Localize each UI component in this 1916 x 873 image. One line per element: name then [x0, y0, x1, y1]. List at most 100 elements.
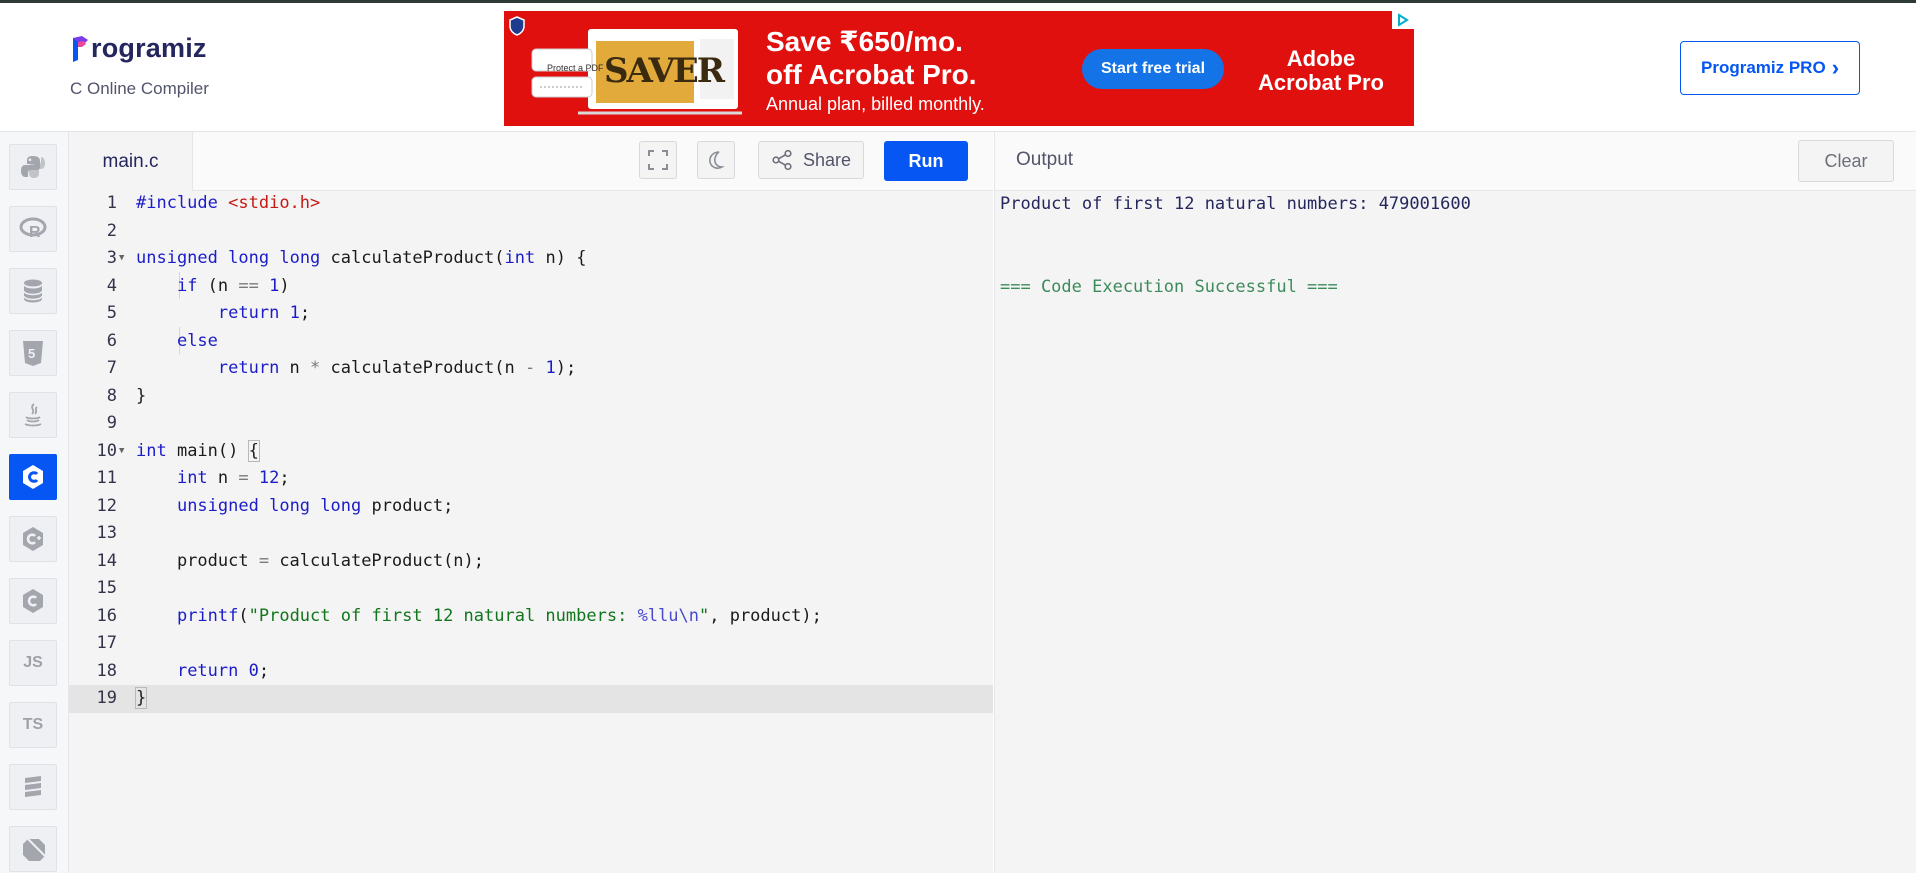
- ad-brand-line-1: Adobe: [1286, 46, 1356, 71]
- run-button[interactable]: Run: [884, 141, 968, 181]
- code-line: 4 if (n == 1): [69, 273, 993, 301]
- sidebar-item-typescript[interactable]: TS: [9, 702, 57, 748]
- code-text: }: [134, 687, 148, 709]
- r-language-icon: R: [19, 217, 47, 241]
- svg-text:5: 5: [28, 346, 35, 361]
- sidebar-item-c[interactable]: [9, 454, 57, 500]
- code-line: 13: [69, 520, 993, 548]
- code-line: 7 return n * calculateProduct(n - 1);: [69, 355, 993, 383]
- output-panel: Output Clear Product of first 12 natural…: [994, 132, 1916, 873]
- code-line: 8 }: [69, 383, 993, 411]
- start-free-trial-button[interactable]: Start free trial: [1082, 49, 1224, 89]
- ad-headline: Save ₹650/mo. off Acrobat Pro.: [766, 25, 977, 91]
- sidebar-item-csharp[interactable]: [9, 578, 57, 624]
- header: rogramiz C Online Compiler Protect a PDF…: [0, 3, 1916, 132]
- code-line: 2: [69, 218, 993, 246]
- line-number: 8: [106, 385, 117, 406]
- python-icon: [21, 156, 45, 178]
- line-number: 15: [96, 578, 117, 598]
- line-number: 19: [96, 688, 117, 708]
- sidebar-item-r[interactable]: R: [9, 206, 57, 252]
- text-cursor: [146, 688, 148, 708]
- programiz-logo-icon: [73, 35, 88, 62]
- page-subtitle: C Online Compiler: [70, 79, 209, 98]
- ad-subline: Annual plan, billed monthly.: [766, 94, 985, 114]
- shield-icon: [509, 16, 525, 36]
- html5-icon: 5: [23, 341, 43, 366]
- sidebar-item-dart[interactable]: [9, 826, 57, 872]
- code-line: 5 return 1;: [69, 300, 993, 328]
- ad-brand-line-2: Acrobat Pro: [1258, 70, 1384, 95]
- line-number: 13: [96, 523, 117, 543]
- database-icon: [23, 279, 43, 303]
- moon-icon: [709, 151, 725, 169]
- svg-text:R: R: [29, 224, 41, 241]
- ad-headline-line-1: Save ₹650/mo.: [766, 26, 963, 57]
- code-line: 3 ▼ unsigned long long calculateProduct(…: [69, 245, 993, 273]
- line-number: 4: [106, 275, 117, 296]
- code-text: unsigned long long calculateProduct(int …: [136, 248, 587, 268]
- fold-toggle-icon[interactable]: ▼: [119, 245, 124, 273]
- editor-toolbar: main.c Share Run: [69, 132, 993, 191]
- sidebar-item-swift[interactable]: [9, 764, 57, 810]
- sidebar-item-html[interactable]: 5: [9, 330, 57, 376]
- code-line: 14 product = calculateProduct(n);: [69, 548, 993, 576]
- code-line: 10 ▼ int main() {: [69, 438, 993, 466]
- sidebar-item-cpp[interactable]: [9, 516, 57, 562]
- dark-mode-button[interactable]: [697, 141, 735, 179]
- line-number: 5: [106, 303, 117, 323]
- line-number: 17: [96, 633, 117, 653]
- code-line: 18 return 0;: [69, 658, 993, 686]
- logo[interactable]: rogramiz: [70, 33, 207, 64]
- code-line: 6 else: [69, 328, 993, 356]
- csharp-icon: [23, 589, 43, 613]
- programiz-pro-button[interactable]: Programiz PRO ›: [1680, 41, 1860, 95]
- code-text: return n * calculateProduct(n - 1);: [217, 358, 577, 378]
- cpp-icon: [23, 527, 43, 551]
- fullscreen-button[interactable]: [639, 141, 677, 179]
- code-area[interactable]: 1 #include <stdio.h> 2 3 ▼ unsigned long…: [69, 190, 993, 873]
- share-label: Share: [802, 149, 852, 170]
- code-text: int n = 12;: [176, 468, 290, 488]
- ad-banner[interactable]: Protect a PDF SAVER Save ₹650/mo. off Ac…: [504, 11, 1414, 126]
- ad-mock-art: SAVER: [604, 51, 725, 91]
- line-number: 14: [96, 550, 117, 571]
- code-line: 12 unsigned long long product;: [69, 493, 993, 521]
- code-text: else: [176, 330, 218, 351]
- output-toolbar: Output Clear: [995, 132, 1916, 191]
- tab-main-c[interactable]: main.c: [69, 132, 193, 191]
- stack-icon: [25, 776, 41, 797]
- output-title: Output: [1016, 149, 1074, 170]
- code-text: }: [136, 385, 147, 406]
- sidebar-item-python[interactable]: [9, 144, 57, 190]
- typescript-icon: TS: [22, 716, 44, 733]
- language-sidebar: R 5 JS TS: [0, 132, 69, 873]
- line-number: 6: [106, 330, 117, 351]
- sidebar-item-javascript[interactable]: JS: [9, 640, 57, 686]
- line-number: 2: [106, 220, 117, 241]
- code-line: 11 int n = 12;: [69, 465, 993, 493]
- java-icon: [24, 403, 42, 427]
- logo-text: rogramiz: [91, 33, 207, 63]
- chevron-right-icon: ›: [1831, 55, 1840, 80]
- code-text: return 0;: [176, 660, 270, 681]
- code-text: return 1;: [217, 303, 311, 323]
- code-line-active: 19 }: [69, 685, 993, 713]
- clear-button[interactable]: Clear: [1798, 140, 1894, 182]
- code-text: product = calculateProduct(n);: [136, 550, 485, 571]
- sidebar-item-sql[interactable]: [9, 268, 57, 314]
- line-number: 10: [96, 440, 117, 461]
- output-status-line: === Code Execution Successful ===: [1000, 277, 1338, 297]
- share-button[interactable]: Share: [758, 141, 864, 179]
- code-line: 17: [69, 630, 993, 658]
- line-number: 9: [106, 413, 117, 433]
- sidebar-item-java[interactable]: [9, 392, 57, 438]
- code-text: #include <stdio.h>: [136, 193, 321, 213]
- line-number: 12: [96, 495, 117, 516]
- line-number: 7: [106, 358, 117, 378]
- fold-toggle-icon[interactable]: ▼: [119, 438, 124, 466]
- c-language-icon: [23, 465, 43, 489]
- ad-choices-icon[interactable]: [1392, 11, 1414, 29]
- line-number: 11: [96, 468, 117, 488]
- share-icon: [772, 149, 792, 171]
